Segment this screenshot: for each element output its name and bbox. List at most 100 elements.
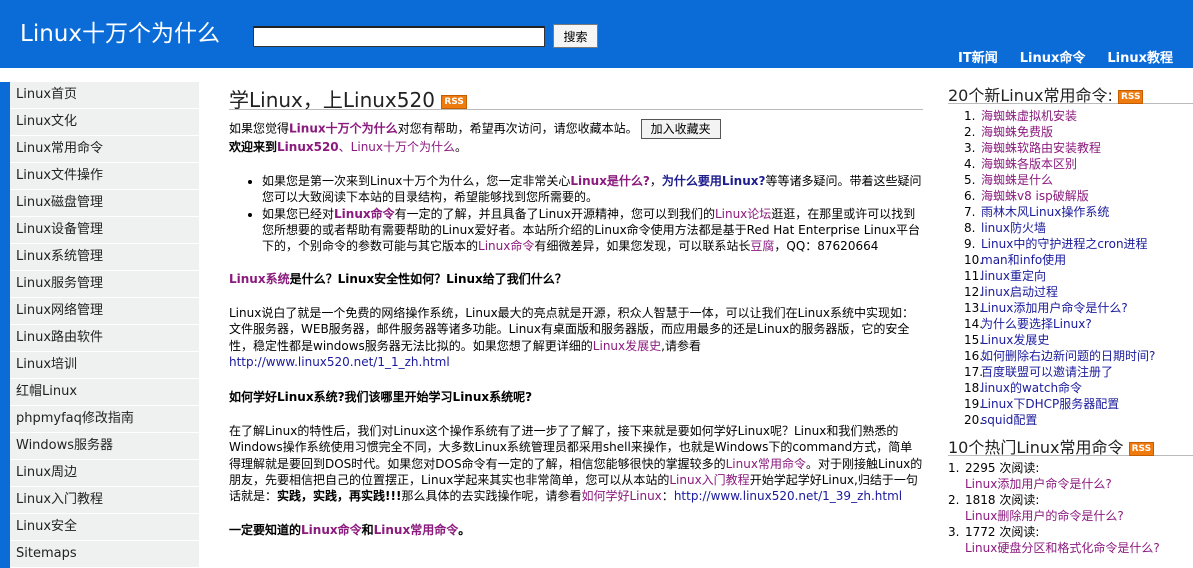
new-command-link[interactable]: 海蜘蛛各版本区别 bbox=[981, 157, 1077, 171]
site-link[interactable]: Linux十万个为什么 bbox=[351, 140, 455, 154]
how-to-learn-link[interactable]: 如何学好Linux bbox=[581, 489, 661, 503]
sidebar-item-phpmyfaq[interactable]: phpmyfaq修改指南 bbox=[10, 406, 199, 433]
new-command-link[interactable]: 为什么要选择Linux? bbox=[981, 317, 1092, 331]
new-command-link[interactable]: linux防火墙 bbox=[981, 221, 1046, 235]
read-count: 1. 2295 次阅读: bbox=[948, 460, 1193, 476]
linux-command-link-2[interactable]: Linux命令 bbox=[478, 239, 534, 253]
new-command-link[interactable]: linux的watch命令 bbox=[981, 381, 1082, 395]
rss-icon[interactable]: RSS bbox=[441, 94, 467, 109]
new-command-link[interactable]: linux重定向 bbox=[981, 269, 1046, 283]
hot-command-link[interactable]: Linux添加用户命令是什么? bbox=[965, 477, 1112, 491]
what-is-linux-link[interactable]: Linux是什么? bbox=[570, 174, 650, 188]
new-command-link[interactable]: Linux中的守护进程之cron进程 bbox=[981, 237, 1148, 251]
linux-forum-link[interactable]: Linux论坛 bbox=[715, 207, 771, 221]
sidebar-item-periphery[interactable]: Linux周边 bbox=[10, 460, 199, 487]
admin-link[interactable]: 豆腐 bbox=[750, 239, 774, 253]
site-header: Linux十万个为什么 搜索 IT新闻 Linux命令 Linux教程 bbox=[0, 0, 1193, 68]
new-command-link[interactable]: Linux添加用户命令是什么? bbox=[981, 301, 1128, 315]
new-command-link[interactable]: 海蜘蛛是什么 bbox=[981, 173, 1053, 187]
sidebar-item-sitemaps[interactable]: Sitemaps bbox=[10, 541, 199, 568]
site-title[interactable]: Linux十万个为什么 bbox=[20, 14, 220, 48]
sidebar-item-disk[interactable]: Linux磁盘管理 bbox=[10, 190, 199, 217]
list-number: 3. bbox=[948, 525, 960, 539]
new-command-link[interactable]: 百度联盟可以邀请注册了 bbox=[981, 365, 1113, 379]
rss-icon[interactable]: RSS bbox=[1117, 89, 1144, 104]
sidebar-item-routing[interactable]: Linux路由软件 bbox=[10, 325, 199, 352]
sidebar-item-security[interactable]: Linux安全 bbox=[10, 514, 199, 541]
hot-command-link[interactable]: Linux删除用户的命令是什么? bbox=[965, 509, 1124, 523]
hot-commands-heading: 10个热门Linux常用命令 RSS bbox=[948, 434, 1193, 457]
list-number: 6. bbox=[964, 189, 976, 203]
paragraph-text: Linux说白了就是一个免费的网络操作系统，Linux最大的亮点就是开源，积众人… bbox=[229, 306, 915, 353]
sidebar-item-network[interactable]: Linux网络管理 bbox=[10, 298, 199, 325]
new-command-link[interactable]: 海蜘蛛免费版 bbox=[981, 125, 1053, 139]
bullet-text: 如果您是第一次来到Linux十万个为什么，您一定非常关心 bbox=[262, 174, 571, 188]
linux-common-commands-link[interactable]: Linux常用命令 bbox=[726, 457, 806, 471]
list-item: 如果您是第一次来到Linux十万个为什么，您一定非常关心Linux是什么?，为什… bbox=[262, 173, 923, 205]
sidebar-item-redhat[interactable]: 红帽Linux bbox=[10, 379, 199, 406]
linux-history-link[interactable]: Linux发展史 bbox=[593, 339, 661, 353]
linux520-link[interactable]: Linux520 bbox=[277, 140, 339, 154]
section-heading-text: 是什么？Linux安全性如何？Linux给了我们什么？ bbox=[289, 272, 567, 286]
sidebar-item-culture[interactable]: Linux文化 bbox=[10, 109, 199, 136]
linux-history-url[interactable]: http://www.linux520.net/1_1_zh.html bbox=[229, 355, 450, 369]
sidebar-item-common-commands[interactable]: Linux常用命令 bbox=[10, 136, 199, 163]
linux-system-link[interactable]: Linux系统 bbox=[229, 272, 290, 286]
new-command-link[interactable]: 海蜘蛛软路由安装教程 bbox=[981, 141, 1101, 155]
linux-beginner-link[interactable]: Linux入门教程 bbox=[669, 473, 749, 487]
sidebar-item-beginner[interactable]: Linux入门教程 bbox=[10, 487, 199, 514]
linux-command-link[interactable]: Linux命令 bbox=[334, 207, 395, 221]
sidebar-item-file-ops[interactable]: Linux文件操作 bbox=[10, 163, 199, 190]
welcome-end: 。 bbox=[455, 140, 468, 154]
new-command-link[interactable]: Linux发展史 bbox=[981, 333, 1049, 347]
new-command-link[interactable]: 海蜘蛛虚拟机安装 bbox=[981, 109, 1077, 123]
bullet-text-2: 有一定的了解，并且具备了Linux开源精神，您可以到我们的 bbox=[394, 207, 715, 221]
new-command-link[interactable]: 海蜘蛛v8 isp破解版 bbox=[981, 189, 1089, 203]
list-item: 2. 海蜘蛛免费版 bbox=[964, 124, 1193, 140]
nav-it-news[interactable]: IT新闻 bbox=[958, 47, 998, 66]
sidebar: Linux首页 Linux文化 Linux常用命令 Linux文件操作 Linu… bbox=[0, 82, 199, 568]
list-number: 7. bbox=[964, 205, 976, 219]
read-count-text: 1818 次阅读: bbox=[965, 493, 1040, 507]
site-name-link[interactable]: Linux十万个为什么 bbox=[289, 122, 398, 136]
new-command-link[interactable]: squid配置 bbox=[981, 413, 1037, 427]
how-to-learn-url[interactable]: http://www.linux520.net/1_39_zh.html bbox=[674, 489, 902, 503]
new-command-link[interactable]: linux启动过程 bbox=[981, 285, 1058, 299]
sidebar-item-system[interactable]: Linux系统管理 bbox=[10, 244, 199, 271]
sidebar-item-services[interactable]: Linux服务管理 bbox=[10, 271, 199, 298]
list-item: 12.linux启动过程 bbox=[964, 284, 1193, 300]
list-item: 18.linux的watch命令 bbox=[964, 380, 1193, 396]
why-linux-link[interactable]: 为什么要用Linux? bbox=[662, 174, 766, 188]
nav-linux-tutorials[interactable]: Linux教程 bbox=[1107, 47, 1173, 66]
list-number: 10. bbox=[964, 253, 984, 267]
nav-linux-commands[interactable]: Linux命令 bbox=[1020, 47, 1086, 66]
list-number: 8. bbox=[964, 221, 976, 235]
welcome-sep: 、 bbox=[338, 140, 351, 154]
new-command-link[interactable]: 如何删除右边新问题的日期时间? bbox=[981, 349, 1155, 363]
sidebar-item-training[interactable]: Linux培训 bbox=[10, 352, 199, 379]
bullet-text-4: 有细微差异，如果您发现，可以联系站长 bbox=[534, 239, 751, 253]
linux-common-commands-link-2[interactable]: Linux常用命令 bbox=[374, 523, 459, 537]
page-title-text: 学Linux，上Linux520 bbox=[229, 88, 435, 112]
sidebar-item-home[interactable]: Linux首页 bbox=[10, 82, 199, 109]
rss-icon[interactable]: RSS bbox=[1128, 441, 1155, 456]
search-input[interactable] bbox=[253, 26, 545, 47]
new-command-link[interactable]: Linux下DHCP服务器配置 bbox=[981, 397, 1119, 411]
add-favorite-button[interactable]: 加入收藏夹 bbox=[640, 119, 721, 139]
linux-commands-link[interactable]: Linux命令 bbox=[301, 523, 362, 537]
list-item: 6. 海蜘蛛v8 isp破解版 bbox=[964, 188, 1193, 204]
hot-command-link[interactable]: Linux硬盘分区和格式化命令是什么? bbox=[965, 541, 1160, 555]
list-number: 12. bbox=[964, 285, 984, 299]
intro-text-2: 对您有帮助，希望再次访问，请您收藏本站。 bbox=[397, 121, 638, 136]
sidebar-item-windows[interactable]: Windows服务器 bbox=[10, 433, 199, 460]
list-number: 1. bbox=[964, 109, 976, 123]
search-button[interactable]: 搜索 bbox=[553, 24, 598, 48]
list-item: 1. 2295 次阅读: Linux添加用户命令是什么? bbox=[948, 460, 1193, 492]
new-command-link[interactable]: 雨林木风Linux操作系统 bbox=[981, 205, 1109, 219]
section-heading-text: 一定要知道的 bbox=[229, 522, 302, 537]
main-content: 学Linux，上Linux520 RSS 如果您觉得Linux十万个为什么对您有… bbox=[229, 82, 923, 568]
section-heading-sep: 和 bbox=[361, 522, 374, 537]
sidebar-item-devices[interactable]: Linux设备管理 bbox=[10, 217, 199, 244]
paragraph-text-2: ,请参看 bbox=[661, 338, 701, 353]
new-command-link[interactable]: man和info使用 bbox=[981, 253, 1066, 267]
